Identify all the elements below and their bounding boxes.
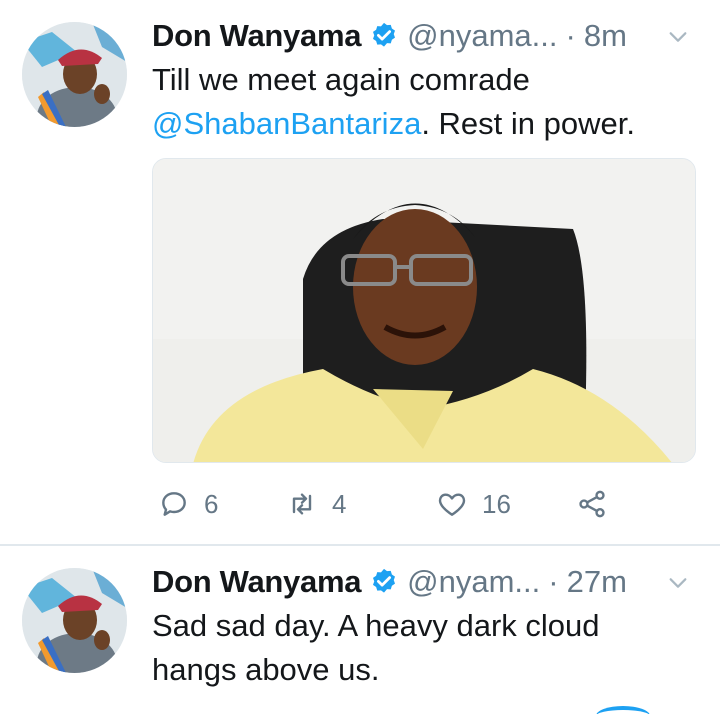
separator-dot: · [548, 564, 559, 599]
like-count: 16 [482, 488, 511, 519]
tweet[interactable]: Don Wanyama @nyam... · 27m Sad sad day. … [0, 546, 720, 714]
verified-badge-icon [373, 568, 396, 593]
tweet-text: Till we meet again comrade @ShabanBantar… [152, 58, 697, 146]
author-name[interactable]: Don Wanyama [152, 564, 361, 600]
tweet-text-before: Till we meet again comrade [152, 62, 530, 97]
tweet-text-after: . Rest in power. [421, 106, 635, 141]
tweet-text: Sad sad day. A heavy dark cloud hangs ab… [152, 608, 600, 687]
mention-link[interactable]: @ShabanBantariza [152, 106, 421, 141]
avatar[interactable] [22, 22, 127, 127]
avatar[interactable] [22, 568, 127, 673]
retweet-button[interactable]: 4 [286, 482, 346, 526]
chevron-down-icon[interactable] [667, 26, 689, 48]
reply-count: 6 [204, 488, 219, 519]
verified-badge-icon [373, 22, 396, 47]
retweet-count: 4 [332, 488, 347, 519]
author-handle[interactable]: @nyam... [407, 564, 540, 600]
separator-dot: · [565, 18, 576, 53]
tweet-header: Don Wanyama @nyama... · 8m [152, 14, 697, 58]
retweet-icon [292, 493, 312, 515]
tweet-photo[interactable] [152, 158, 696, 463]
avatar-image [22, 568, 127, 673]
share-button[interactable] [576, 482, 608, 526]
timestamp[interactable]: 8m [584, 18, 627, 54]
reply-icon [162, 492, 186, 516]
tweet[interactable]: Don Wanyama @nyama... · 8m Till we meet … [0, 0, 720, 545]
author-name[interactable]: Don Wanyama [152, 18, 361, 54]
timestamp[interactable]: 27m [567, 564, 627, 600]
chevron-down-icon[interactable] [667, 572, 689, 594]
heart-icon [438, 493, 466, 516]
author-handle[interactable]: @nyama... [407, 18, 557, 54]
photo-image [153, 159, 695, 462]
share-icon [579, 490, 605, 518]
reply-button[interactable]: 6 [158, 482, 218, 526]
like-button[interactable]: 16 [436, 482, 511, 526]
tweet-actions: 6 4 16 [152, 482, 697, 526]
tweet-header: Don Wanyama @nyam... · 27m [152, 560, 697, 604]
avatar-image [22, 22, 127, 127]
